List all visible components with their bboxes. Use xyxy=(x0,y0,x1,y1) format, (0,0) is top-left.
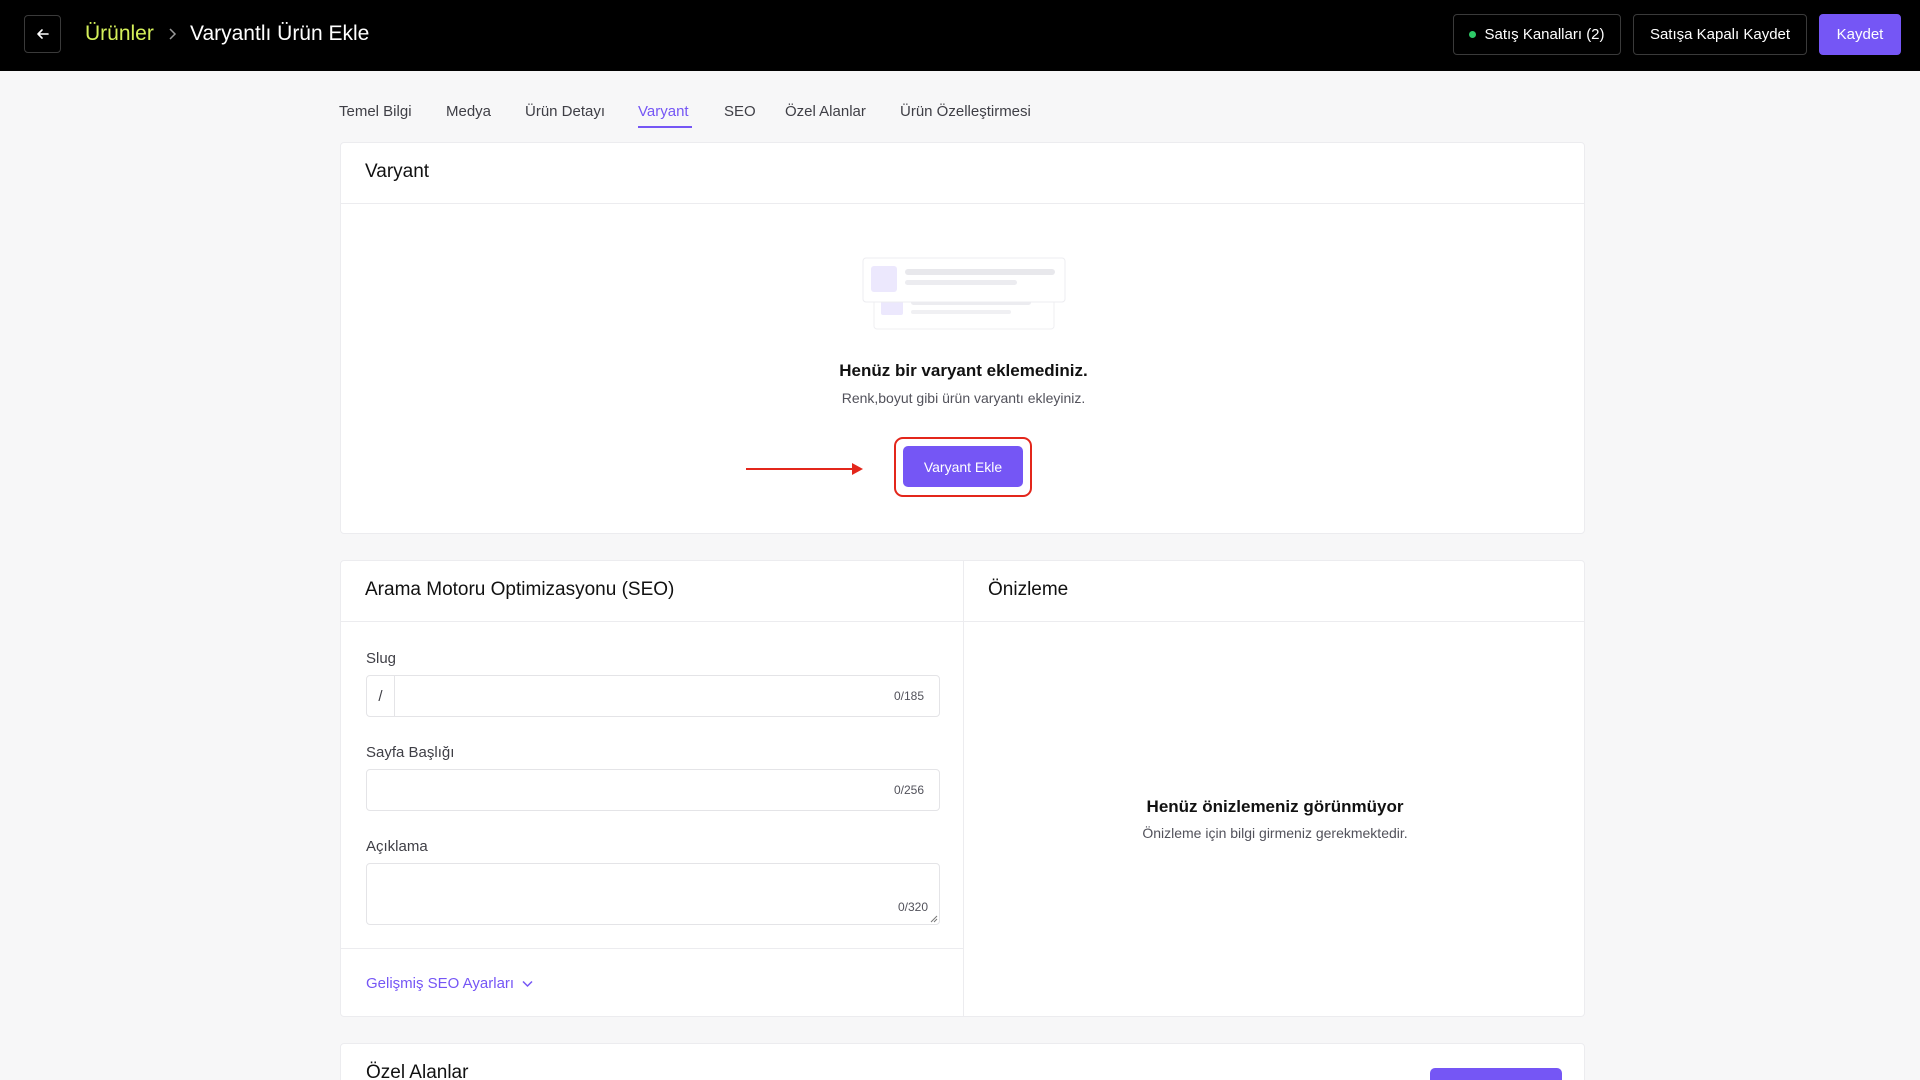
back-button[interactable] xyxy=(24,15,61,53)
variant-empty-subtitle: Renk,boyut gibi ürün varyantı ekleyiniz. xyxy=(841,390,1086,406)
preview-empty-title: Henüz önizlemeniz görünmüyor xyxy=(1146,797,1404,816)
add-variant-button[interactable]: Varyant Ekle xyxy=(903,446,1023,487)
top-bar: Ürünler Varyantlı Ürün Ekle Satış Kanall… xyxy=(0,0,1920,71)
tab-product-detail[interactable]: Ürün Detayı xyxy=(525,103,605,120)
seo-header-divider xyxy=(341,621,963,622)
tab-media[interactable]: Medya xyxy=(446,103,491,120)
tab-product-customization[interactable]: Ürün Özelleştirmesi xyxy=(900,103,1031,120)
description-textarea[interactable] xyxy=(379,872,859,916)
description-char-count: 0/320 xyxy=(897,900,928,914)
seo-footer-divider xyxy=(341,948,963,949)
preview-title: Önizleme xyxy=(988,579,1069,600)
variant-empty-title: Henüz bir varyant eklemediniz. xyxy=(839,361,1088,380)
save-closed-button[interactable]: Satışa Kapalı Kaydet xyxy=(1633,14,1807,55)
empty-list-illustration-icon xyxy=(862,257,1066,330)
page-title-char-count: 0/256 xyxy=(893,783,924,797)
status-dot-icon xyxy=(1469,31,1477,38)
variant-card-title: Varyant xyxy=(365,161,430,182)
slug-label: Slug xyxy=(366,650,397,667)
seo-section: Arama Motoru Optimizasyonu (SEO) Slug / … xyxy=(341,561,963,1016)
tab-basic-info[interactable]: Temel Bilgi xyxy=(339,103,412,120)
annotation-arrow xyxy=(746,468,856,470)
tab-custom-fields[interactable]: Özel Alanlar xyxy=(785,103,866,120)
page-title-field[interactable]: 0/256 xyxy=(366,769,940,811)
active-tab-indicator xyxy=(638,126,692,128)
save-label: Kaydet xyxy=(1836,26,1884,43)
seo-title: Arama Motoru Optimizasyonu (SEO) xyxy=(365,579,675,600)
arrow-left-icon xyxy=(36,29,49,39)
breadcrumb-products-link[interactable]: Ürünler xyxy=(85,22,154,46)
slug-input[interactable] xyxy=(401,684,871,708)
slug-prefix: / xyxy=(367,676,395,716)
description-label: Açıklama xyxy=(366,838,428,855)
chevron-down-icon xyxy=(522,980,533,987)
preview-header-divider xyxy=(964,621,1584,622)
sales-channels-label: Satış Kanalları (2) xyxy=(1484,26,1605,43)
save-closed-label: Satışa Kapalı Kaydet xyxy=(1649,26,1791,43)
description-field[interactable]: 0/320 xyxy=(366,863,940,925)
tab-variant[interactable]: Varyant xyxy=(638,103,689,120)
preview-empty-subtitle: Önizleme için bilgi girmeniz gerekmekted… xyxy=(1142,825,1408,841)
annotation-arrow-head-icon xyxy=(852,463,863,475)
slug-field[interactable]: / 0/185 xyxy=(366,675,940,717)
page-title: Varyantlı Ürün Ekle xyxy=(190,22,370,45)
page-title-input[interactable] xyxy=(379,778,859,802)
tab-seo[interactable]: SEO xyxy=(724,103,756,120)
variant-card-divider xyxy=(341,203,1584,204)
custom-fields-action-button[interactable] xyxy=(1430,1068,1562,1080)
add-variant-label: Varyant Ekle xyxy=(923,458,1003,475)
slug-char-count: 0/185 xyxy=(893,689,924,703)
seo-preview-card: Arama Motoru Optimizasyonu (SEO) Slug / … xyxy=(340,560,1585,1017)
sales-channels-button[interactable]: Satış Kanalları (2) xyxy=(1453,14,1621,55)
preview-section: Önizleme Henüz önizlemeniz görünmüyor Ön… xyxy=(964,561,1586,1016)
custom-fields-title: Özel Alanlar xyxy=(366,1062,469,1080)
page-title-label: Sayfa Başlığı xyxy=(366,744,455,761)
save-button[interactable]: Kaydet xyxy=(1819,14,1901,55)
custom-fields-card: Özel Alanlar xyxy=(340,1043,1585,1080)
advanced-seo-settings-link[interactable]: Gelişmiş SEO Ayarları xyxy=(366,975,533,992)
variant-card: Varyant Henüz bir varyant eklemediniz. R… xyxy=(340,142,1585,534)
chevron-right-icon xyxy=(165,24,179,44)
resize-handle-icon[interactable] xyxy=(929,914,938,923)
advanced-seo-label: Gelişmiş SEO Ayarları xyxy=(366,975,515,992)
